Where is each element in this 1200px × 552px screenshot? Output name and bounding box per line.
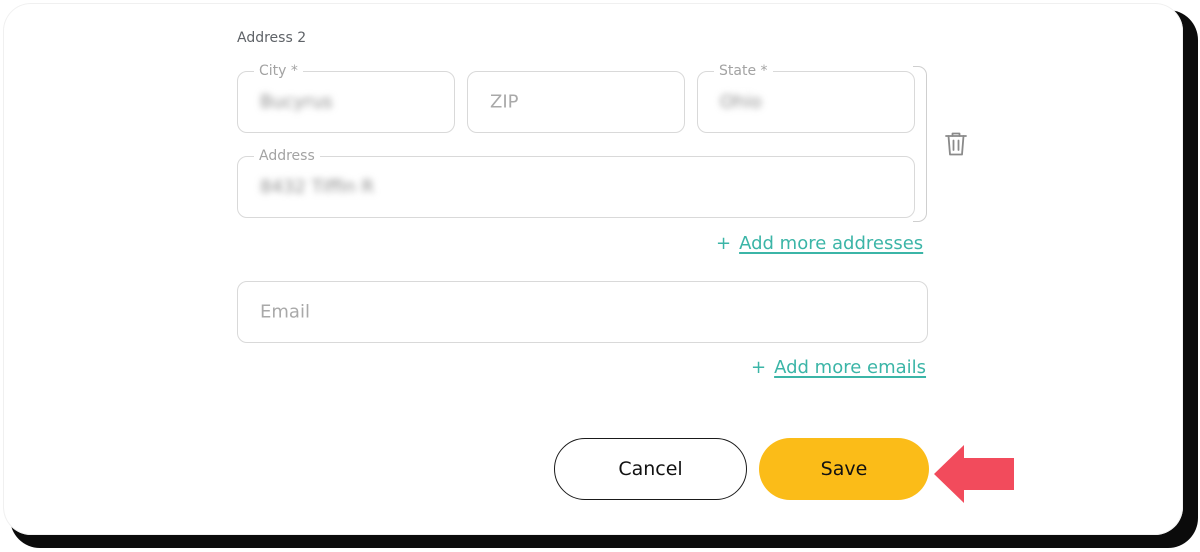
- city-field[interactable]: City * Bucyrus: [237, 63, 455, 133]
- address-group-bracket: [913, 66, 927, 222]
- trash-icon[interactable]: [943, 130, 969, 158]
- pointer-arrow-icon: [934, 445, 1014, 503]
- email-field[interactable]: Email: [237, 281, 928, 343]
- plus-icon: +: [716, 233, 732, 254]
- address2-heading: Address 2: [237, 30, 307, 46]
- plus-icon: +: [751, 357, 767, 378]
- city-value: Bucyrus: [260, 91, 333, 113]
- cancel-button[interactable]: Cancel: [554, 438, 747, 500]
- state-field[interactable]: State * Ohio: [697, 63, 915, 133]
- add-more-emails-link[interactable]: + Add more emails: [751, 357, 926, 378]
- address-value: 8432 Tiffin R: [260, 176, 375, 198]
- zip-placeholder: ZIP: [490, 91, 519, 113]
- state-label: State *: [714, 63, 773, 79]
- email-placeholder: Email: [260, 301, 310, 323]
- city-label: City *: [254, 63, 303, 79]
- add-more-emails-label: Add more emails: [774, 357, 927, 378]
- state-value: Ohio: [720, 91, 762, 113]
- add-more-addresses-label: Add more addresses: [739, 233, 924, 254]
- address-label: Address: [254, 148, 320, 164]
- save-button[interactable]: Save: [759, 438, 929, 500]
- address-field[interactable]: Address 8432 Tiffin R: [237, 148, 915, 218]
- zip-field[interactable]: ZIP: [467, 71, 685, 133]
- add-more-addresses-link[interactable]: + Add more addresses: [716, 233, 923, 254]
